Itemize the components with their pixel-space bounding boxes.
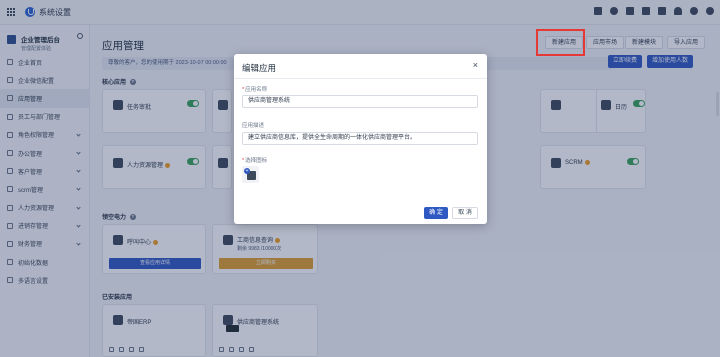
close-icon[interactable]: × (473, 61, 478, 70)
required-marker: * (242, 158, 245, 164)
icon-picker[interactable]: + (242, 166, 259, 183)
dialog-title: 编辑应用 (242, 63, 277, 73)
app-desc-field[interactable]: 建立供应商信息库，提供全生命周期的一体化供应商管理平台。 (242, 132, 478, 145)
app-name-field[interactable]: 供应商管理系统 (242, 95, 478, 108)
add-icon: + (244, 168, 250, 174)
cancel-button[interactable]: 取 消 (452, 207, 478, 219)
field-label-text: 选择图标 (245, 158, 268, 164)
field-label-text: 应用名称 (245, 87, 268, 93)
app-name-label: *应用名称 (242, 85, 267, 93)
dialog-divider (234, 78, 487, 79)
highlight-box-new-app (536, 29, 585, 56)
tooltip-chip (226, 325, 239, 332)
scrollbar-thumb[interactable] (716, 92, 719, 116)
app-desc-label: 应用描述 (242, 123, 265, 129)
icon-select-label: *选择图标 (242, 156, 267, 164)
confirm-button[interactable]: 确 定 (424, 207, 448, 219)
required-marker: * (242, 87, 245, 93)
edit-app-dialog: 编辑应用 × *应用名称 供应商管理系统 应用描述 建立供应商信息库，提供全生命… (234, 54, 487, 224)
